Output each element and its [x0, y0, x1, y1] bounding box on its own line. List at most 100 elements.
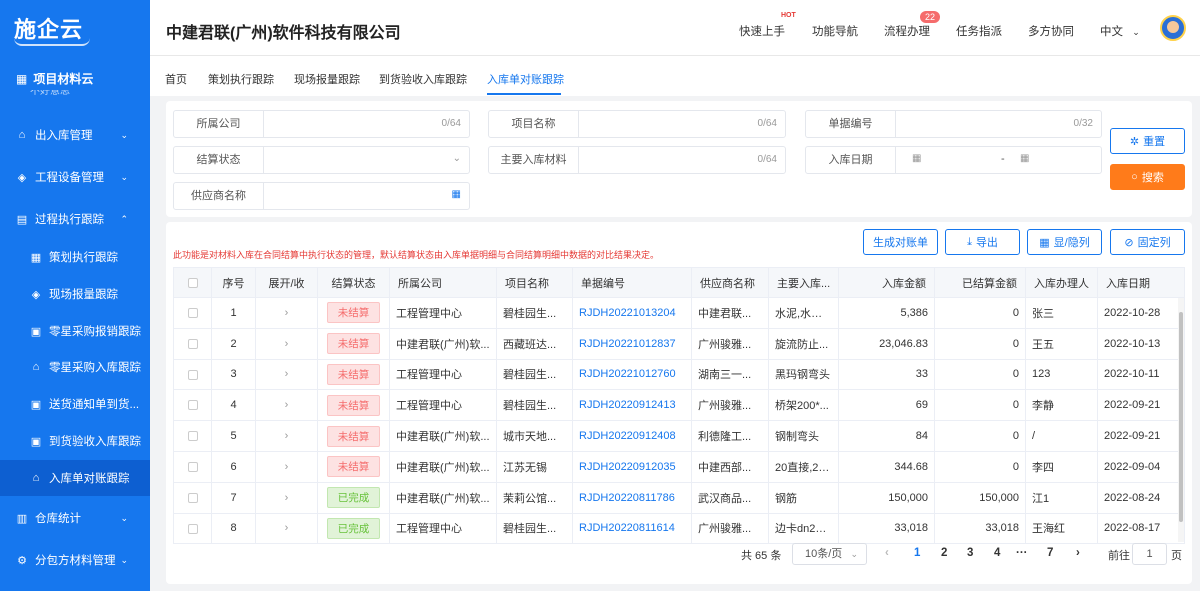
tab-acceptance[interactable]: 到货验收入库跟踪 [379, 71, 467, 87]
page-3[interactable]: 3 [967, 547, 973, 559]
table-row[interactable]: 8 › 已完成 工程管理中心 碧桂园生... RJDH20220811614 广州骏雅...… [173, 512, 1185, 545]
row-checkbox[interactable] [187, 523, 198, 534]
supplier-field[interactable]: 供应商名称 ▦ [173, 182, 470, 210]
bill-no-link[interactable]: RJDH20220811786 [572, 481, 692, 514]
table-row[interactable]: 1 › 未结算 工程管理中心 碧桂园生... RJDH20221013204 中建君联...… [173, 297, 1185, 329]
table-row[interactable]: 5 › 未结算 中建君联(广州)软... 城市天地... RJDH20220912408 利… [173, 420, 1185, 452]
grid-select-icon[interactable]: ▦ [452, 189, 461, 200]
sidebar-item-subcontract[interactable]: ⚙ 分包方材料管理 ⌄ [0, 542, 150, 578]
table-scrollbar[interactable] [1178, 298, 1184, 542]
sidebar-item-warehouse[interactable]: ▥ 仓库统计 ⌄ [0, 500, 150, 536]
header-checkbox[interactable] [173, 267, 212, 298]
page-size-select[interactable]: 10条/页 ⌄ [792, 543, 867, 565]
sidebar-item-acceptance[interactable]: ▣ 到货验收入库跟踪 [0, 423, 150, 459]
tab-plan-track[interactable]: 策划执行跟踪 [208, 71, 274, 87]
header-link-function-nav[interactable]: 功能导航 [812, 23, 858, 39]
page-4[interactable]: 4 [994, 547, 1000, 559]
page-1[interactable]: 1 [914, 547, 920, 559]
fix-columns-button[interactable]: ⊘ 固定列 [1110, 229, 1185, 255]
status-select[interactable]: 结算状态 ⌄ [173, 146, 470, 174]
sidebar-item-inout[interactable]: ⌂ 出入库管理 ⌄ [0, 117, 150, 153]
sidebar-item-plan-track[interactable]: ▦ 策划执行跟踪 [0, 239, 150, 275]
search-button[interactable]: ○ 搜索 [1110, 164, 1185, 190]
status-badge: 未结算 [326, 333, 381, 355]
calendar-icon[interactable]: ▦ [1020, 153, 1029, 164]
goto-page-input[interactable]: 1 [1132, 543, 1167, 565]
row-checkbox-cell[interactable] [173, 297, 212, 329]
sidebar-item-equipment[interactable]: ◈ 工程设备管理 ⌄ [0, 159, 150, 195]
row-checkbox-cell[interactable] [173, 389, 212, 422]
expand-icon[interactable]: › [255, 297, 318, 329]
table-row[interactable]: 2 › 未结算 中建君联(广州)软... 西藏班达... RJDH20221012837 广… [173, 327, 1185, 360]
row-checkbox[interactable] [187, 400, 198, 411]
header-link-tasks[interactable]: 任务指派 [956, 23, 1002, 39]
toggle-columns-button[interactable]: ▦ 显/隐列 [1027, 229, 1102, 255]
bill-no-link[interactable]: RJDH20220811614 [572, 512, 692, 545]
bill-no-link[interactable]: RJDH20220912035 [572, 450, 692, 483]
row-checkbox[interactable] [187, 492, 198, 503]
header-link-quickstart[interactable]: 快速上手 [739, 23, 785, 39]
company-cell: 中建君联(广州)软... [389, 420, 497, 452]
row-checkbox-cell[interactable] [173, 512, 212, 545]
status-badge: 已完成 [326, 517, 381, 539]
sidebar-item-reconcile[interactable]: ⌂ 入库单对账跟踪 [0, 460, 150, 496]
refresh-icon: ✲ [1129, 135, 1140, 148]
reset-button[interactable]: ✲ 重置 [1110, 128, 1185, 154]
table-row[interactable]: 7 › 已完成 中建君联(广州)软... 茉莉公馆... RJDH20220811786 武… [173, 481, 1185, 514]
row-checkbox[interactable] [187, 369, 198, 380]
bill-no-link[interactable]: RJDH20221013204 [572, 297, 692, 329]
tab-home[interactable]: 首页 [165, 71, 187, 87]
row-checkbox-cell[interactable] [173, 327, 212, 360]
expand-icon[interactable]: › [255, 327, 318, 360]
company-field[interactable]: 所属公司 0/64 [173, 110, 470, 138]
export-button[interactable]: ⤓ 导出 [945, 229, 1020, 255]
sidebar-item-delivery[interactable]: ▣ 送货通知单到货... [0, 386, 150, 422]
row-checkbox[interactable] [187, 307, 198, 318]
row-checkbox[interactable] [187, 431, 198, 442]
avatar[interactable] [1160, 15, 1186, 41]
table-row[interactable]: 6 › 未结算 中建君联(广州)软... 江苏无锡 RJDH20220912035 中建西部… [173, 450, 1185, 483]
sidebar-item-site-report[interactable]: ◈ 现场报量跟踪 [0, 276, 150, 312]
material-field[interactable]: 主要入库材料 0/64 [488, 146, 786, 174]
expand-icon[interactable]: › [255, 450, 318, 483]
sidebar-item-process[interactable]: ▤ 过程执行跟踪 ⌃ [0, 201, 150, 237]
sidebar-section-title[interactable]: ▦ 项目材料云 [16, 70, 93, 87]
calendar-icon[interactable]: ▦ [912, 153, 921, 164]
bill-no-link[interactable]: RJDH20221012837 [572, 327, 692, 360]
bill-no-link[interactable]: RJDH20220912408 [572, 420, 692, 452]
generate-statement-button[interactable]: 生成对账单 [863, 229, 938, 255]
date-range-field[interactable]: 入库日期 ▦ - ▦ [805, 146, 1102, 174]
row-checkbox-cell[interactable] [173, 450, 212, 483]
col-header: 序号 [211, 267, 256, 298]
sidebar-item-misc-stockin[interactable]: ⌂ 零星采购入库跟踪 [0, 349, 150, 385]
table-row[interactable]: 3 › 未结算 工程管理中心 碧桂园生... RJDH20221012760 湖南三一...… [173, 358, 1185, 391]
row-checkbox-cell[interactable] [173, 481, 212, 514]
table-row[interactable]: 4 › 未结算 工程管理中心 碧桂园生... RJDH20220912413 广州骏雅...… [173, 389, 1185, 422]
bill-no-link[interactable]: RJDH20221012760 [572, 358, 692, 391]
next-page-button[interactable]: › [1076, 547, 1080, 559]
page-7[interactable]: 7 [1047, 547, 1053, 559]
header-link-collab[interactable]: 多方协同 [1028, 23, 1074, 39]
page-2[interactable]: 2 [941, 547, 947, 559]
row-checkbox-cell[interactable] [173, 358, 212, 391]
row-checkbox[interactable] [187, 461, 198, 472]
language-select[interactable]: 中文 ⌄ [1100, 23, 1140, 39]
row-checkbox[interactable] [187, 338, 198, 349]
tab-reconcile[interactable]: 入库单对账跟踪 [487, 71, 564, 87]
header-link-process[interactable]: 流程办理 [884, 23, 930, 39]
bill-no-field[interactable]: 单据编号 0/32 [805, 110, 1102, 138]
project-field[interactable]: 项目名称 0/64 [488, 110, 786, 138]
expand-icon[interactable]: › [255, 481, 318, 514]
expand-icon[interactable]: › [255, 389, 318, 422]
expand-icon[interactable]: › [255, 512, 318, 545]
row-checkbox-cell[interactable] [173, 420, 212, 452]
sidebar-item-misc-reimburse[interactable]: ▣ 零星采购报销跟踪 [0, 313, 150, 349]
scroll-thumb[interactable] [1179, 312, 1183, 522]
expand-icon[interactable]: › [255, 420, 318, 452]
select-all-checkbox[interactable] [187, 277, 198, 288]
page-ellipsis[interactable]: ··· [1016, 547, 1028, 559]
prev-page-button[interactable]: ‹ [885, 547, 889, 559]
expand-icon[interactable]: › [255, 358, 318, 391]
bill-no-link[interactable]: RJDH20220912413 [572, 389, 692, 422]
tab-site-report[interactable]: 现场报量跟踪 [294, 71, 360, 87]
